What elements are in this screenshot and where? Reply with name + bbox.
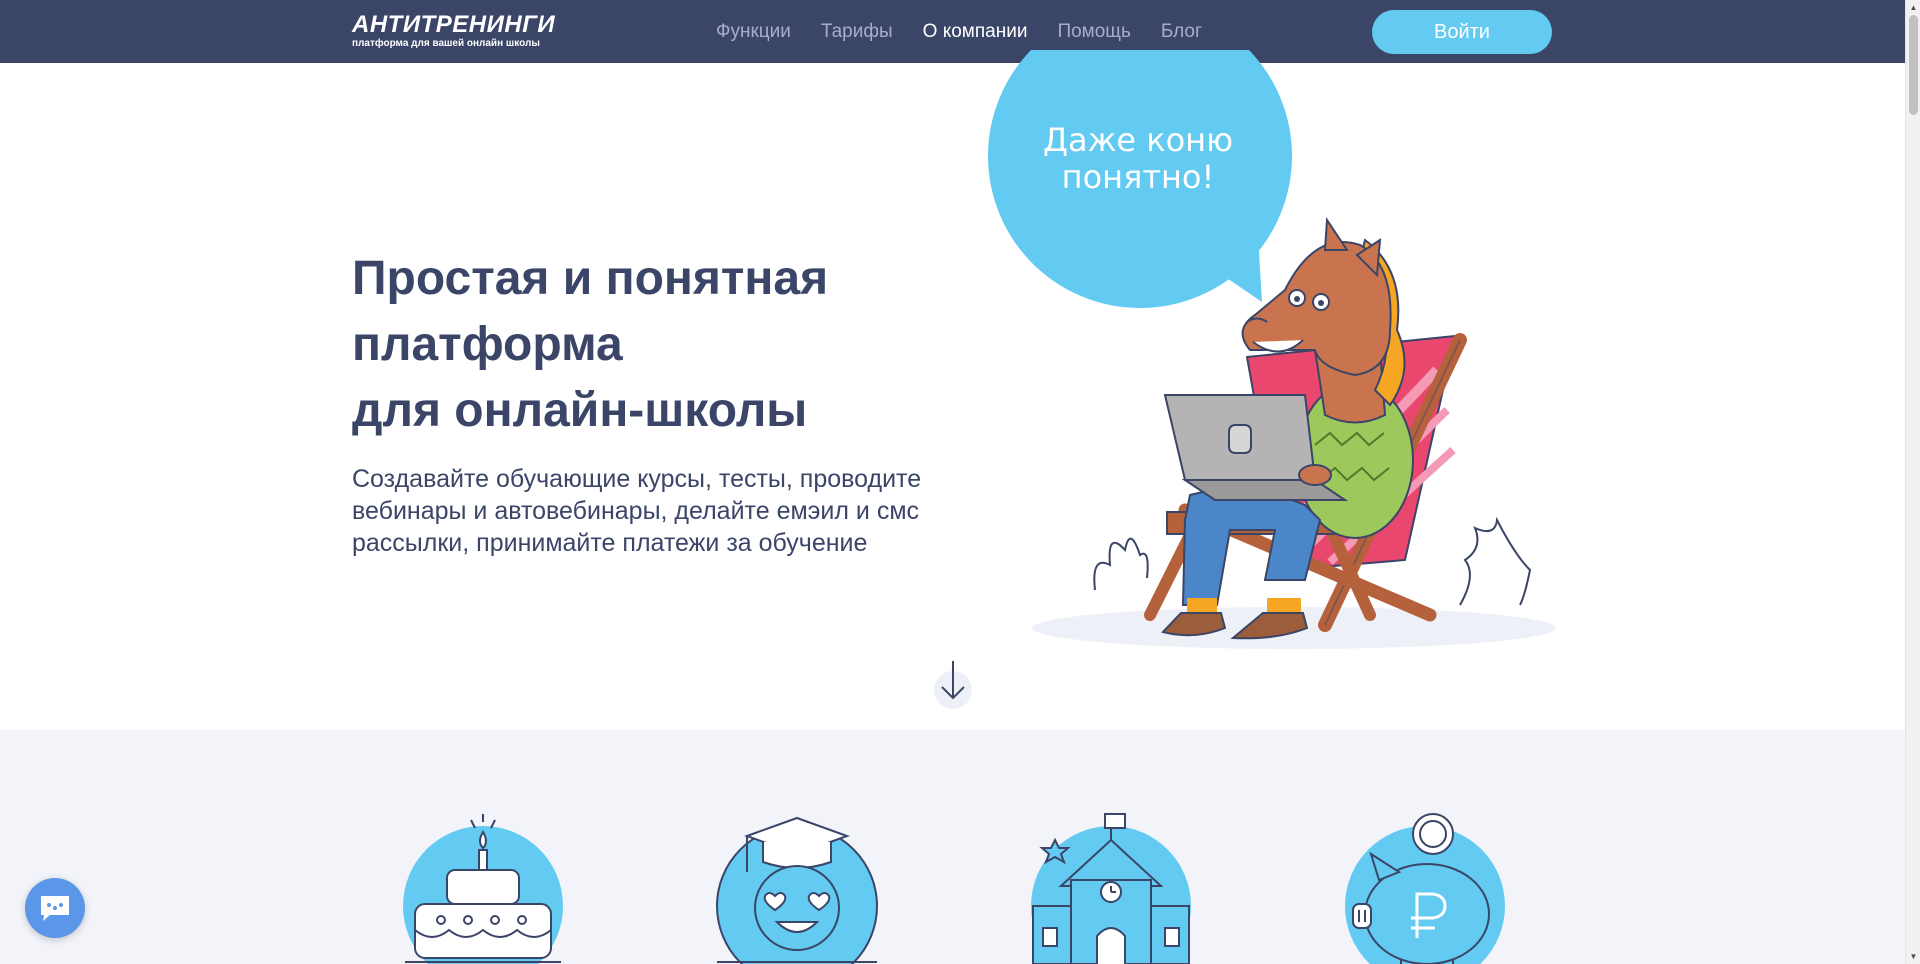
main-nav: Функции Тарифы О компании Помощь Блог — [716, 20, 1202, 44]
logo[interactable]: АНТИТРЕНИНГИ платформа для вашей онлайн … — [352, 13, 555, 50]
hero-title-line: для онлайн-школы — [352, 384, 808, 437]
login-button[interactable]: Войти — [1372, 10, 1552, 54]
hero-title: Простая и понятная платформа для онлайн-… — [352, 246, 912, 444]
hero-title-line: платформа — [352, 318, 623, 371]
logo-subtitle: платформа для вашей онлайн школы — [352, 38, 540, 49]
hero-description: Создавайте обучающие курсы, тесты, прово… — [352, 465, 922, 557]
features-section — [0, 730, 1905, 964]
speech-bubble-line: Даже коню — [1042, 121, 1234, 159]
top-navbar: АНТИТРЕНИНГИ платформа для вашей онлайн … — [0, 0, 1905, 63]
page: АНТИТРЕНИНГИ платформа для вашей онлайн … — [0, 0, 1920, 964]
scroll-up-icon[interactable]: ▲ — [1906, 0, 1920, 15]
piggy-bank-ruble-icon — [1345, 813, 1505, 964]
nav-link-blog[interactable]: Блог — [1161, 20, 1202, 44]
graduate-smiley-icon — [716, 816, 878, 964]
arrow-down-icon[interactable] — [933, 658, 973, 710]
cake-icon — [403, 814, 563, 964]
scroll-down-arrow-icon[interactable]: ▼ — [1906, 949, 1920, 964]
nav-link-functions[interactable]: Функции — [716, 20, 791, 44]
nav-link-about[interactable]: О компании — [923, 20, 1028, 44]
speech-bubble-line: понятно! — [1061, 158, 1215, 196]
chat-bubble-icon[interactable] — [25, 878, 85, 938]
hero-title-line: Простая и понятная — [352, 252, 829, 305]
school-building-icon — [1031, 813, 1191, 964]
speech-bubble-text: Даже коню понятно! — [1040, 122, 1236, 196]
logo-title: АНТИТРЕНИНГИ — [352, 11, 556, 38]
nav-link-pricing[interactable]: Тарифы — [821, 20, 893, 44]
scrollbar-thumb[interactable] — [1909, 15, 1918, 115]
nav-link-help[interactable]: Помощь — [1057, 20, 1130, 44]
page-scrollbar[interactable]: ▲ ▼ — [1905, 0, 1920, 964]
